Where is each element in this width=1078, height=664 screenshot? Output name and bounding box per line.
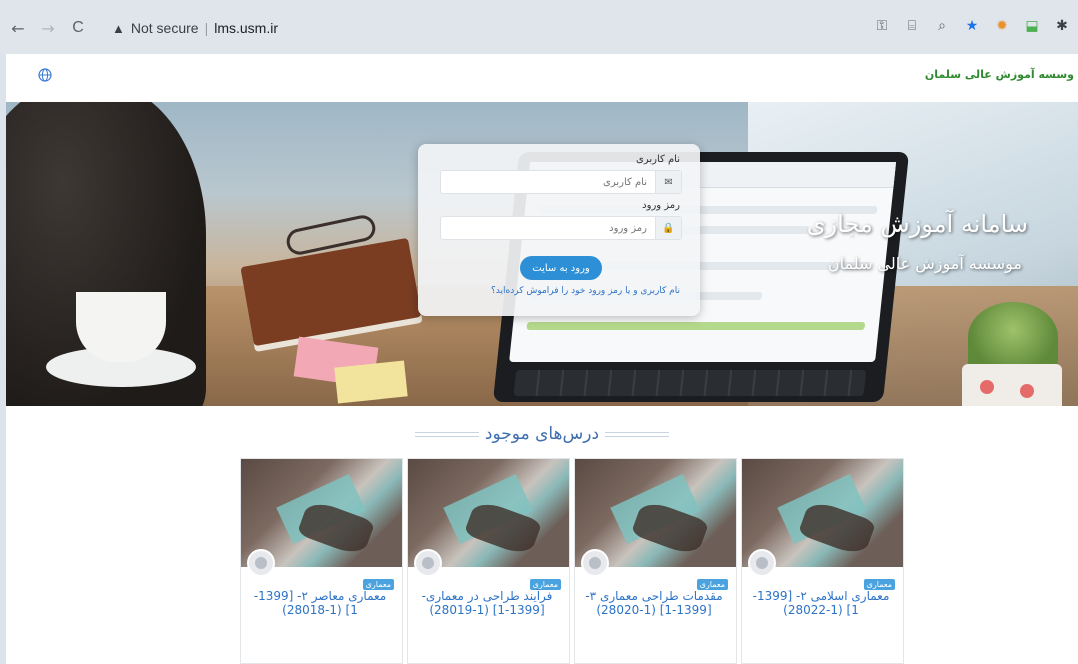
hero-pot xyxy=(962,364,1062,406)
hero-cactus xyxy=(968,302,1058,372)
language-globe-icon[interactable] xyxy=(36,66,54,84)
password-label: رمز ورود xyxy=(642,200,680,211)
password-input[interactable] xyxy=(441,217,655,239)
hero-sticky-note-yellow xyxy=(334,360,408,404)
puzzle-icon[interactable]: ✱ xyxy=(1052,16,1072,36)
separator: | xyxy=(204,20,209,36)
extension-icons: ⚿ ⌸ ⌕ ★ ✹ ⬓ ✱ xyxy=(872,16,1072,36)
reload-icon[interactable]: C xyxy=(66,16,90,40)
top-navbar: وسسه آموزش عالی سلمان xyxy=(6,54,1078,102)
course-name-link[interactable]: معماری معاصر ۲- [1399-1] (1-28018) xyxy=(248,589,392,617)
key-icon[interactable]: ⚿ xyxy=(872,16,892,36)
login-button[interactable]: ورود به سایت xyxy=(520,256,602,280)
address-row: ← → C ▲ Not secure | lms.usm.ir ⚿ ⌸ ⌕ ★ … xyxy=(0,14,1078,42)
course-card[interactable]: معماری معماری اسلامی ۲- [1399-1] (1-2802… xyxy=(741,458,904,664)
course-card[interactable]: معماری معماری معاصر ۲- [1399-1] (1-28018… xyxy=(240,458,403,664)
username-label: نام کاربری xyxy=(636,154,680,165)
forgot-password-link[interactable]: نام کاربری و یا رمز ورود خود را فراموش ک… xyxy=(491,286,680,296)
hero-cup xyxy=(76,292,166,362)
back-icon[interactable]: ← xyxy=(6,16,30,40)
extension-orange-icon[interactable]: ✹ xyxy=(992,16,1012,36)
envelope-icon: ✉ xyxy=(655,171,681,193)
course-name-link[interactable]: معماری اسلامی ۲- [1399-1] (1-28022) xyxy=(749,589,893,617)
page-content: وسسه آموزش عالی سلمان سامانه آموزش مجازی… xyxy=(6,54,1078,664)
hero-title: سامانه آموزش مجازی xyxy=(806,210,1028,238)
translate-icon[interactable]: ⌸ xyxy=(902,16,922,36)
username-field[interactable]: ✉ xyxy=(440,170,682,194)
forward-icon[interactable]: → xyxy=(36,16,60,40)
course-card[interactable]: معماری فرآیند طراحی در معماری- [1399-1] … xyxy=(407,458,570,664)
teacher-avatar xyxy=(247,549,275,577)
site-name-logo[interactable]: وسسه آموزش عالی سلمان xyxy=(925,68,1074,81)
security-status: Not secure xyxy=(130,20,199,36)
extension-green-icon[interactable]: ⬓ xyxy=(1022,16,1042,36)
url-host: lms.usm.ir xyxy=(214,20,278,36)
star-icon[interactable]: ★ xyxy=(962,16,982,36)
browser-toolbar: ← → C ▲ Not secure | lms.usm.ir ⚿ ⌸ ⌕ ★ … xyxy=(0,0,1078,54)
zoom-icon[interactable]: ⌕ xyxy=(932,16,952,36)
teacher-avatar xyxy=(748,549,776,577)
hero-subtitle: موسسه آموزش عالی سلمان xyxy=(827,254,1022,273)
lock-icon: 🔒 xyxy=(655,217,681,239)
address-bar[interactable]: ▲ Not secure | lms.usm.ir xyxy=(112,14,278,42)
course-cards: معماری معماری معاصر ۲- [1399-1] (1-28018… xyxy=(240,458,904,664)
hero-screen-line xyxy=(526,322,866,330)
course-name-link[interactable]: مقدمات طراحی معماری ۳- [1399-1] (1-28020… xyxy=(582,589,726,617)
course-card[interactable]: معماری مقدمات طراحی معماری ۳- [1399-1] (… xyxy=(574,458,737,664)
courses-heading: درس‌های موجود xyxy=(6,424,1078,444)
teacher-avatar xyxy=(414,549,442,577)
warning-icon: ▲ xyxy=(112,20,125,36)
course-name-link[interactable]: فرآیند طراحی در معماری- [1399-1] (1-2801… xyxy=(415,589,559,617)
teacher-avatar xyxy=(581,549,609,577)
hero-laptop-keyboard xyxy=(513,370,867,396)
courses-heading-text: درس‌های موجود xyxy=(484,424,600,444)
username-input[interactable] xyxy=(441,171,655,193)
password-field[interactable]: 🔒 xyxy=(440,216,682,240)
login-form: نام کاربری ✉ رمز ورود 🔒 ورود به سایت نام… xyxy=(418,144,700,316)
hero-banner: سامانه آموزش مجازی موسسه آموزش عالی سلما… xyxy=(6,102,1078,406)
